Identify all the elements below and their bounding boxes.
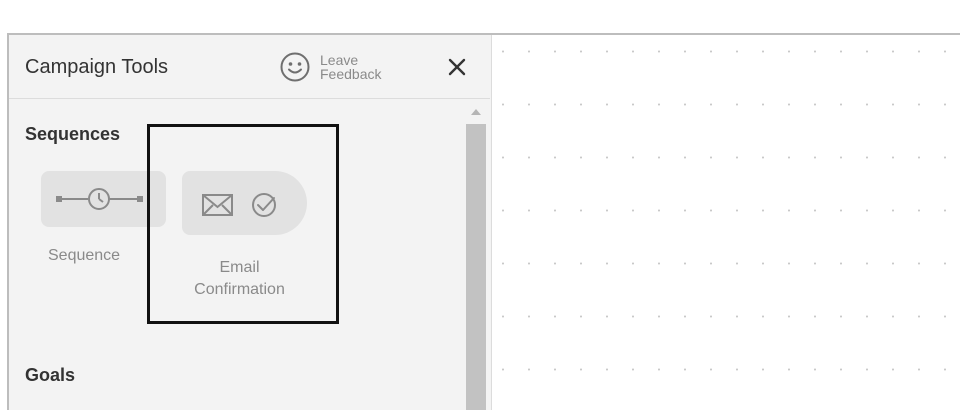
leave-feedback-button[interactable]: Leave Feedback	[279, 50, 410, 84]
email-confirmation-tool-tile	[182, 171, 307, 235]
sequence-tool-label: Sequence	[48, 247, 121, 264]
sequence-tool[interactable]: Sequence	[41, 171, 166, 281]
smiley-icon	[280, 52, 310, 82]
editor-frame: Campaign Tools Leave Feedback Sequences	[7, 33, 960, 410]
timeline-clock-icon	[56, 188, 143, 210]
envelope-check-icon	[202, 193, 276, 217]
email-confirmation-tool[interactable]: Email Confirmation	[182, 171, 307, 301]
panel-scrollbar[interactable]	[465, 99, 487, 410]
close-icon[interactable]	[443, 53, 471, 81]
campaign-canvas[interactable]	[492, 35, 960, 410]
sequences-section-title: Sequences	[25, 124, 121, 144]
scrollbar-thumb[interactable]	[466, 124, 486, 410]
sequence-tool-tile	[41, 171, 166, 227]
email-confirmation-tool-label: Email Confirmation	[194, 259, 285, 298]
leave-feedback-label: Leave Feedback	[320, 52, 382, 82]
campaign-tools-panel: Campaign Tools Leave Feedback Sequences	[9, 35, 492, 410]
goals-section-title: Goals	[25, 365, 76, 385]
top-bar	[0, 0, 960, 33]
panel-title: Campaign Tools	[25, 56, 169, 78]
panel-header: Campaign Tools Leave Feedback	[9, 35, 490, 99]
scroll-up-arrow-icon[interactable]	[471, 109, 481, 115]
